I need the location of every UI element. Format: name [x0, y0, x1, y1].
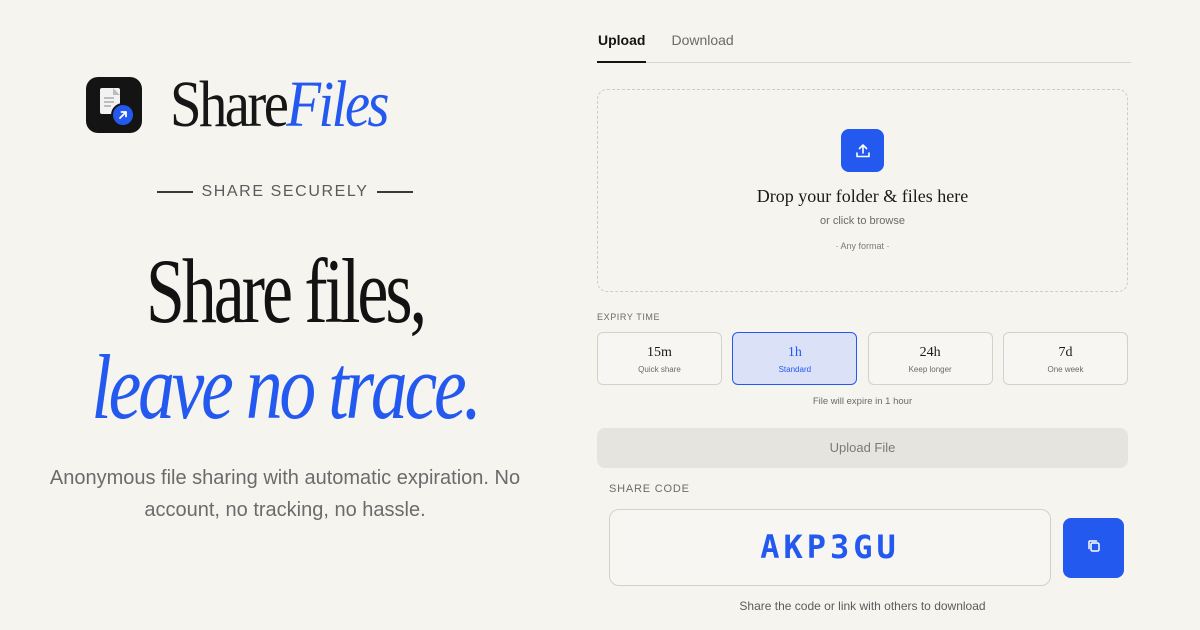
share-code-label: SHARE CODE	[609, 483, 690, 495]
upload-file-button[interactable]: Upload File	[597, 428, 1128, 468]
expiry-option-1h[interactable]: 1h Standard	[732, 332, 858, 385]
share-code-display[interactable]: AKP3GU	[609, 509, 1051, 586]
tagline-rule-left	[157, 191, 193, 193]
expiry-option-7d[interactable]: 7d One week	[1002, 332, 1128, 385]
tab-download[interactable]: Download	[670, 28, 734, 63]
expiry-options: 15m Quick share 1h Standard 24h Keep lon…	[597, 332, 1128, 385]
copy-code-button[interactable]	[1063, 518, 1124, 578]
dropzone-subtitle: or click to browse	[820, 215, 905, 227]
dropzone-title: Drop your folder & files here	[756, 186, 969, 206]
upload-icon	[841, 129, 884, 172]
expiry-option-value: 7d	[1058, 345, 1073, 360]
headline-line2: leave no trace.	[91, 336, 481, 438]
expiry-note: File will expire in 1 hour	[812, 396, 913, 407]
tagline: SHARE SECURELY	[157, 183, 413, 201]
brand: ShareFiles	[86, 72, 422, 138]
copy-icon	[1086, 538, 1102, 559]
expiry-option-desc: Keep longer	[908, 365, 952, 374]
upload-panel: Upload Download Drop your folder & files…	[597, 0, 1131, 630]
expiry-option-value: 15m	[647, 345, 672, 360]
expiry-label: EXPIRY TIME	[597, 312, 661, 322]
dropzone-formats: · Any format ·	[835, 241, 890, 251]
file-share-icon	[86, 77, 142, 133]
tab-upload[interactable]: Upload	[597, 28, 647, 63]
tagline-text: SHARE SECURELY	[201, 183, 369, 200]
expiry-option-desc: Quick share	[638, 365, 681, 374]
hero-subtext: Anonymous file sharing with automatic ex…	[49, 467, 521, 521]
brand-name: ShareFiles	[170, 72, 390, 138]
expiry-option-desc: Standard	[778, 365, 812, 374]
share-code-note: Share the code or link with others to do…	[739, 599, 986, 613]
brand-name-files: Files	[286, 68, 389, 141]
expiry-option-24h[interactable]: 24h Keep longer	[867, 332, 993, 385]
brand-name-share: Share	[170, 68, 289, 141]
expiry-option-15m[interactable]: 15m Quick share	[597, 332, 722, 385]
expiry-option-desc: One week	[1047, 365, 1084, 374]
file-dropzone[interactable]: Drop your folder & files here or click t…	[597, 89, 1128, 292]
mode-tabs: Upload Download	[597, 28, 1131, 63]
tagline-rule-right	[376, 191, 413, 193]
headline-line1: Share files,	[145, 240, 427, 342]
expiry-option-value: 24h	[919, 345, 941, 360]
expiry-option-value: 1h	[787, 345, 802, 360]
hero-section: ShareFiles SHARE SECURELY Share files, l…	[0, 0, 570, 630]
